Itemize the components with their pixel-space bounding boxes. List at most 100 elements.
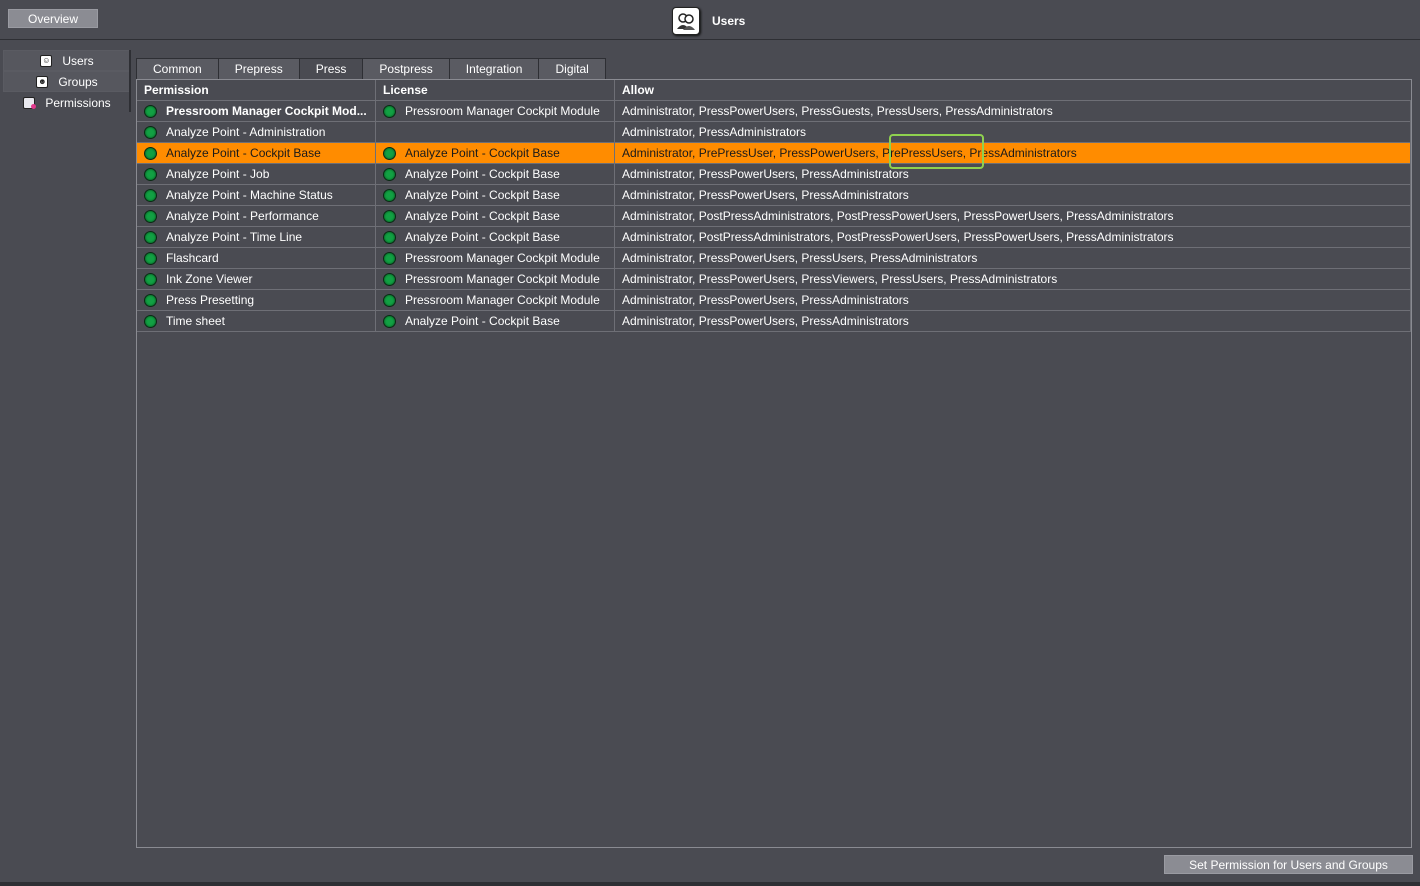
permissions-table: Permission License Allow Pressroom Manag… bbox=[136, 79, 1412, 848]
status-ok-icon bbox=[383, 314, 396, 328]
status-ok-icon bbox=[144, 230, 157, 244]
status-ok-icon bbox=[144, 104, 157, 118]
table-row[interactable]: Pressroom Manager Cockpit Mod... Pressroo… bbox=[137, 101, 1411, 122]
license-cell: Pressroom Manager Cockpit Module bbox=[376, 290, 615, 311]
status-ok-icon bbox=[144, 188, 157, 202]
permission-cell: Time sheet bbox=[137, 311, 376, 332]
permission-name: Press Presetting bbox=[166, 293, 255, 307]
table-row[interactable]: Analyze Point - Machine Status Analyze Po… bbox=[137, 185, 1411, 206]
license-name: Analyze Point - Cockpit Base bbox=[405, 314, 560, 328]
status-ok-icon bbox=[144, 272, 157, 286]
table-row[interactable]: Press Presetting Pressroom Manager Cockpi… bbox=[137, 290, 1411, 311]
users-app-icon bbox=[672, 7, 700, 35]
tab-digital[interactable]: Digital bbox=[538, 58, 606, 79]
license-name: Analyze Point - Cockpit Base bbox=[405, 209, 560, 223]
status-ok-icon bbox=[144, 293, 157, 307]
status-ok-icon bbox=[383, 167, 396, 181]
permission-name: Analyze Point - Time Line bbox=[166, 230, 303, 244]
header-title-group: Users bbox=[672, 6, 745, 36]
license-name: Analyze Point - Cockpit Base bbox=[405, 146, 560, 160]
permission-cell: Pressroom Manager Cockpit Mod... bbox=[137, 101, 376, 122]
page-title: Users bbox=[712, 14, 746, 28]
column-header-allow[interactable]: Allow bbox=[615, 80, 1411, 101]
allow-cell: Administrator, PressPowerUsers, PressGue… bbox=[615, 101, 1411, 122]
permission-cell: Press Presetting bbox=[137, 290, 376, 311]
group-icon: ☻ bbox=[36, 75, 49, 88]
nav-item-label: Users bbox=[62, 53, 94, 68]
license-cell: Analyze Point - Cockpit Base bbox=[376, 311, 615, 332]
license-cell: Analyze Point - Cockpit Base bbox=[376, 164, 615, 185]
allow-cell: Administrator, PostPressAdministrators, … bbox=[615, 227, 1411, 248]
table-header: Permission License Allow bbox=[137, 80, 1411, 101]
license-cell bbox=[376, 122, 615, 143]
permission-name: Analyze Point - Administration bbox=[166, 125, 326, 139]
permission-name: Time sheet bbox=[166, 314, 225, 328]
allow-cell: Administrator, PressAdministrators bbox=[615, 122, 1411, 143]
allow-cell: Administrator, PostPressAdministrators, … bbox=[615, 206, 1411, 227]
nav-item-label: Permissions bbox=[45, 95, 111, 110]
license-cell: Analyze Point - Cockpit Base bbox=[376, 206, 615, 227]
license-cell: Pressroom Manager Cockpit Module bbox=[376, 101, 615, 122]
license-cell: Pressroom Manager Cockpit Module bbox=[376, 248, 615, 269]
table-row[interactable]: Time sheet Analyze Point - Cockpit Base Ad… bbox=[137, 311, 1411, 332]
tab-postpress[interactable]: Postpress bbox=[362, 58, 450, 79]
nav-item-groups[interactable]: ☻ Groups bbox=[3, 71, 131, 92]
status-ok-icon bbox=[144, 125, 157, 139]
table-row[interactable]: Analyze Point - Cockpit Base Analyze Poin… bbox=[137, 143, 1411, 164]
nav-divider bbox=[129, 50, 131, 112]
set-permission-button[interactable]: Set Permission for Users and Groups bbox=[1164, 855, 1413, 874]
permission-cell: Flashcard bbox=[137, 248, 376, 269]
permission-name: Analyze Point - Job bbox=[166, 167, 270, 181]
nav-item-permissions[interactable]: Permissions bbox=[3, 92, 131, 113]
allow-cell: Administrator, PressPowerUsers, PressUse… bbox=[615, 248, 1411, 269]
permission-name: Analyze Point - Cockpit Base bbox=[166, 146, 321, 160]
license-name: Pressroom Manager Cockpit Module bbox=[405, 251, 600, 265]
status-ok-icon bbox=[383, 272, 396, 286]
table-row[interactable]: Ink Zone Viewer Pressroom Manager Cockpit… bbox=[137, 269, 1411, 290]
table-row[interactable]: Analyze Point - Job Analyze Point - Cockp… bbox=[137, 164, 1411, 185]
tab-integration[interactable]: Integration bbox=[448, 58, 540, 79]
table-row[interactable]: Analyze Point - Time Line Analyze Point -… bbox=[137, 227, 1411, 248]
tab-prepress[interactable]: Prepress bbox=[217, 58, 300, 79]
status-ok-icon bbox=[144, 146, 157, 160]
status-ok-icon bbox=[383, 209, 396, 223]
status-ok-icon bbox=[383, 104, 396, 118]
table-row[interactable]: Flashcard Pressroom Manager Cockpit Modul… bbox=[137, 248, 1411, 269]
status-ok-icon bbox=[144, 314, 157, 328]
license-name: Analyze Point - Cockpit Base bbox=[405, 167, 560, 181]
status-ok-icon bbox=[383, 251, 396, 265]
permission-cell: Analyze Point - Performance bbox=[137, 206, 376, 227]
column-header-permission[interactable]: Permission bbox=[137, 80, 376, 101]
permission-cell: Analyze Point - Administration bbox=[137, 122, 376, 143]
permission-cell: Ink Zone Viewer bbox=[137, 269, 376, 290]
status-ok-icon bbox=[383, 188, 396, 202]
permission-cell: Analyze Point - Machine Status bbox=[137, 185, 376, 206]
allow-cell: Administrator, PressPowerUsers, PressAdm… bbox=[615, 311, 1411, 332]
table-row[interactable]: Analyze Point - Administration Administra… bbox=[137, 122, 1411, 143]
allow-cell: Administrator, PressPowerUsers, PressAdm… bbox=[615, 185, 1411, 206]
allow-cell: Administrator, PrePressUser, PressPowerU… bbox=[615, 143, 1411, 164]
tab-common[interactable]: Common bbox=[136, 58, 219, 79]
permission-name: Analyze Point - Machine Status bbox=[166, 188, 333, 202]
license-name: Pressroom Manager Cockpit Module bbox=[405, 104, 600, 118]
left-navigation: ☺ Users ☻ Groups Permissions bbox=[3, 50, 131, 113]
category-tabs: Common Prepress Press Postpress Integrat… bbox=[136, 58, 606, 79]
table-row[interactable]: Analyze Point - Performance Analyze Point… bbox=[137, 206, 1411, 227]
status-ok-icon bbox=[383, 230, 396, 244]
license-name: Pressroom Manager Cockpit Module bbox=[405, 293, 600, 307]
tab-press[interactable]: Press bbox=[298, 58, 364, 79]
nav-item-users[interactable]: ☺ Users bbox=[3, 50, 131, 71]
allow-cell: Administrator, PressPowerUsers, PressVie… bbox=[615, 269, 1411, 290]
nav-item-label: Groups bbox=[58, 74, 98, 89]
allow-cell: Administrator, PressPowerUsers, PressAdm… bbox=[615, 290, 1411, 311]
license-cell: Analyze Point - Cockpit Base bbox=[376, 143, 615, 164]
column-header-license[interactable]: License bbox=[376, 80, 615, 101]
allow-cell: Administrator, PressPowerUsers, PressAdm… bbox=[615, 164, 1411, 185]
overview-button[interactable]: Overview bbox=[8, 9, 98, 28]
permission-name: Pressroom Manager Cockpit Mod... bbox=[166, 104, 367, 118]
permission-cell: Analyze Point - Cockpit Base bbox=[137, 143, 376, 164]
permission-name: Flashcard bbox=[166, 251, 219, 265]
license-name: Analyze Point - Cockpit Base bbox=[405, 188, 560, 202]
table-body: Pressroom Manager Cockpit Mod... Pressroo… bbox=[137, 101, 1411, 332]
license-cell: Analyze Point - Cockpit Base bbox=[376, 185, 615, 206]
